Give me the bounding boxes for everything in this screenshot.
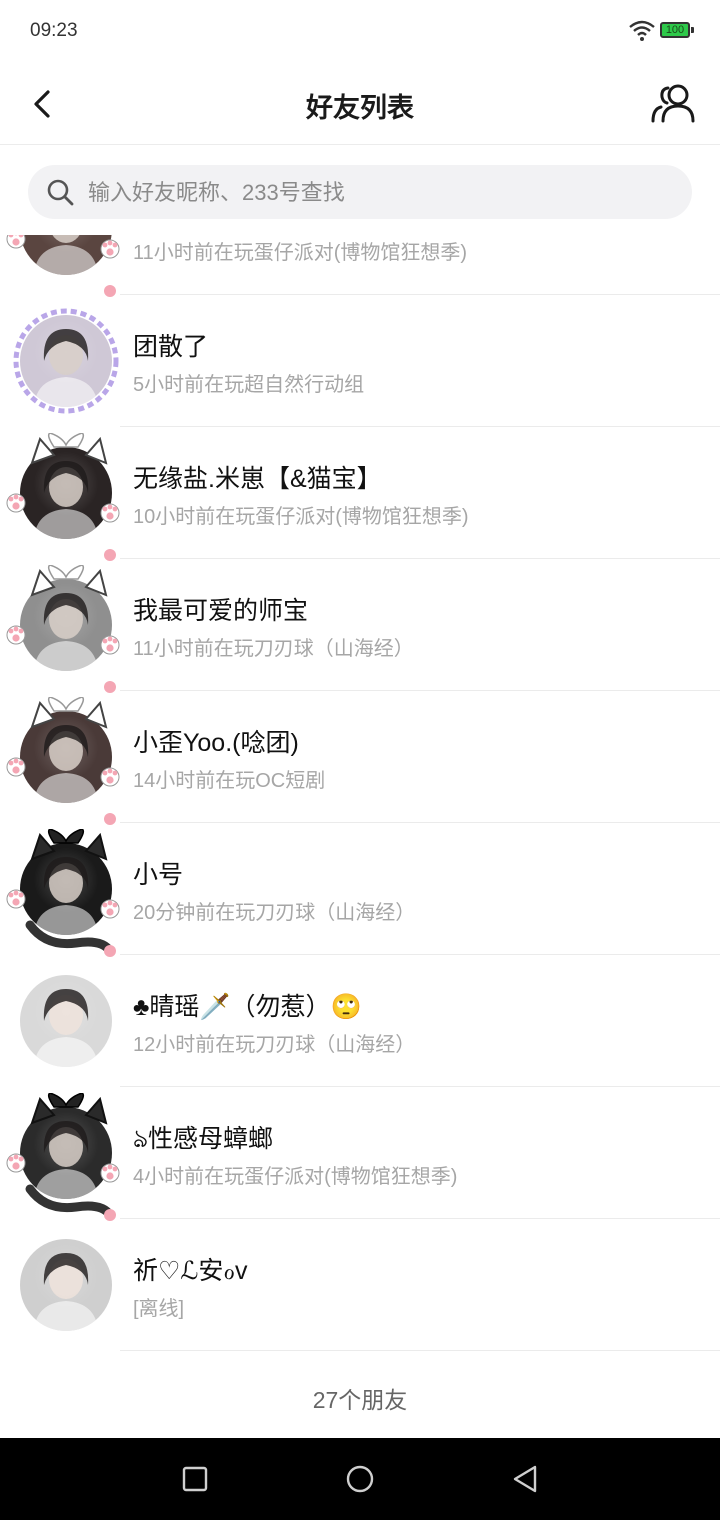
search-bar (0, 145, 720, 235)
friend-status: 11小时前在玩蛋仔派对(博物馆狂想季) (133, 242, 468, 264)
friend-status: 10小时前在玩蛋仔派对(博物馆狂想季) (133, 506, 469, 528)
friend-name: 小号 (133, 861, 184, 889)
friend-name: 团散了 (133, 333, 209, 361)
friend-row[interactable]: 团散了 5小时前在玩超自然行动组 (0, 295, 720, 427)
friend-row[interactable]: 我最可爱的师宝 11小时前在玩刀刃球（山海经） (0, 559, 720, 693)
system-nav-bar (0, 1438, 720, 1520)
avatar-silhouette-icon (34, 857, 98, 935)
friend-status: 5小时前在玩超自然行动组 (133, 374, 365, 396)
friend-row[interactable]: 小歪Yoo.(唸团) 14小时前在玩OC短剧 (0, 691, 720, 825)
search-icon (47, 179, 74, 206)
avatar[interactable] (20, 315, 112, 407)
avatar-silhouette-icon (34, 1121, 98, 1199)
avatar[interactable] (20, 579, 112, 671)
square-icon (182, 1466, 208, 1492)
avatar[interactable] (20, 1107, 112, 1199)
friend-name: 小歪Yoo.(唸团) (133, 729, 299, 757)
avatar[interactable] (20, 843, 112, 935)
friend-status: 20分钟前在玩刀刃球（山海经） (133, 902, 416, 924)
avatar-silhouette-icon (34, 461, 98, 539)
home-button[interactable] (342, 1461, 378, 1497)
triangle-back-icon (513, 1465, 537, 1493)
friend-name: 无缘盐.米崽【&猫宝】 (133, 465, 382, 493)
avatar-silhouette-icon (34, 725, 98, 803)
users-icon (651, 84, 695, 123)
battery-level: 100 (665, 24, 685, 36)
friend-list[interactable]: 鼠·【AK团·阎暗】11小时前在玩蛋仔派对(博物馆狂想季)团散了5小时前在玩超自… (0, 145, 720, 1438)
avatar-silhouette-icon (34, 1253, 98, 1331)
avatar[interactable] (20, 447, 112, 539)
status-bar: 09:23 100 (0, 0, 720, 64)
friend-status: 14小时前在玩OC短剧 (133, 770, 326, 792)
friend-row[interactable]: ♣晴瑶🗡️（勿惹）🙄 12小时前在玩刀刃球（山海经） (0, 955, 720, 1087)
avatar-silhouette-icon (34, 593, 98, 671)
row-divider (120, 1350, 720, 1351)
avatar[interactable] (20, 711, 112, 803)
avatar-silhouette-icon (34, 989, 98, 1067)
status-time: 09:23 (30, 20, 78, 41)
friend-status: 4小时前在玩蛋仔派对(博物馆狂想季) (133, 1166, 458, 1188)
friend-name: 祈♡ℒ安ℴv (133, 1257, 248, 1285)
friend-row[interactable]: 无缘盐.米崽【&猫宝】 10小时前在玩蛋仔派对(博物馆狂想季) (0, 427, 720, 561)
friend-row[interactable]: ঌ性感母蟑螂 4小时前在玩蛋仔派对(博物馆狂想季) (0, 1087, 720, 1221)
circle-icon (346, 1465, 374, 1493)
battery-icon: 100 (660, 22, 690, 38)
friend-name: ঌ性感母蟑螂 (133, 1125, 274, 1153)
friend-status: [离线] (133, 1298, 185, 1320)
avatar[interactable] (20, 975, 112, 1067)
friend-status: 12小时前在玩刀刃球（山海经） (133, 1034, 416, 1056)
app-header: 好友列表 (0, 64, 720, 145)
recent-apps-button[interactable] (177, 1461, 213, 1497)
wifi-icon (629, 20, 655, 41)
search-box[interactable] (28, 165, 692, 221)
battery-cap (691, 27, 694, 33)
page-title: 好友列表 (306, 93, 414, 123)
friend-row[interactable]: 小号 20分钟前在玩刀刃球（山海经） (0, 823, 720, 957)
friend-status: 11小时前在玩刀刃球（山海经） (133, 638, 414, 660)
system-back-button[interactable] (507, 1461, 543, 1497)
friend-name: ♣晴瑶🗡️（勿惹）🙄 (133, 993, 362, 1021)
friend-groups-button[interactable] (648, 80, 698, 126)
friend-name: 我最可爱的师宝 (133, 597, 309, 625)
avatar-silhouette-icon (34, 329, 98, 407)
avatar[interactable] (20, 1239, 112, 1331)
friend-row[interactable]: 祈♡ℒ安ℴv [离线] (0, 1219, 720, 1351)
search-input[interactable] (86, 165, 680, 221)
friend-count: 27个朋友 (312, 1387, 408, 1413)
